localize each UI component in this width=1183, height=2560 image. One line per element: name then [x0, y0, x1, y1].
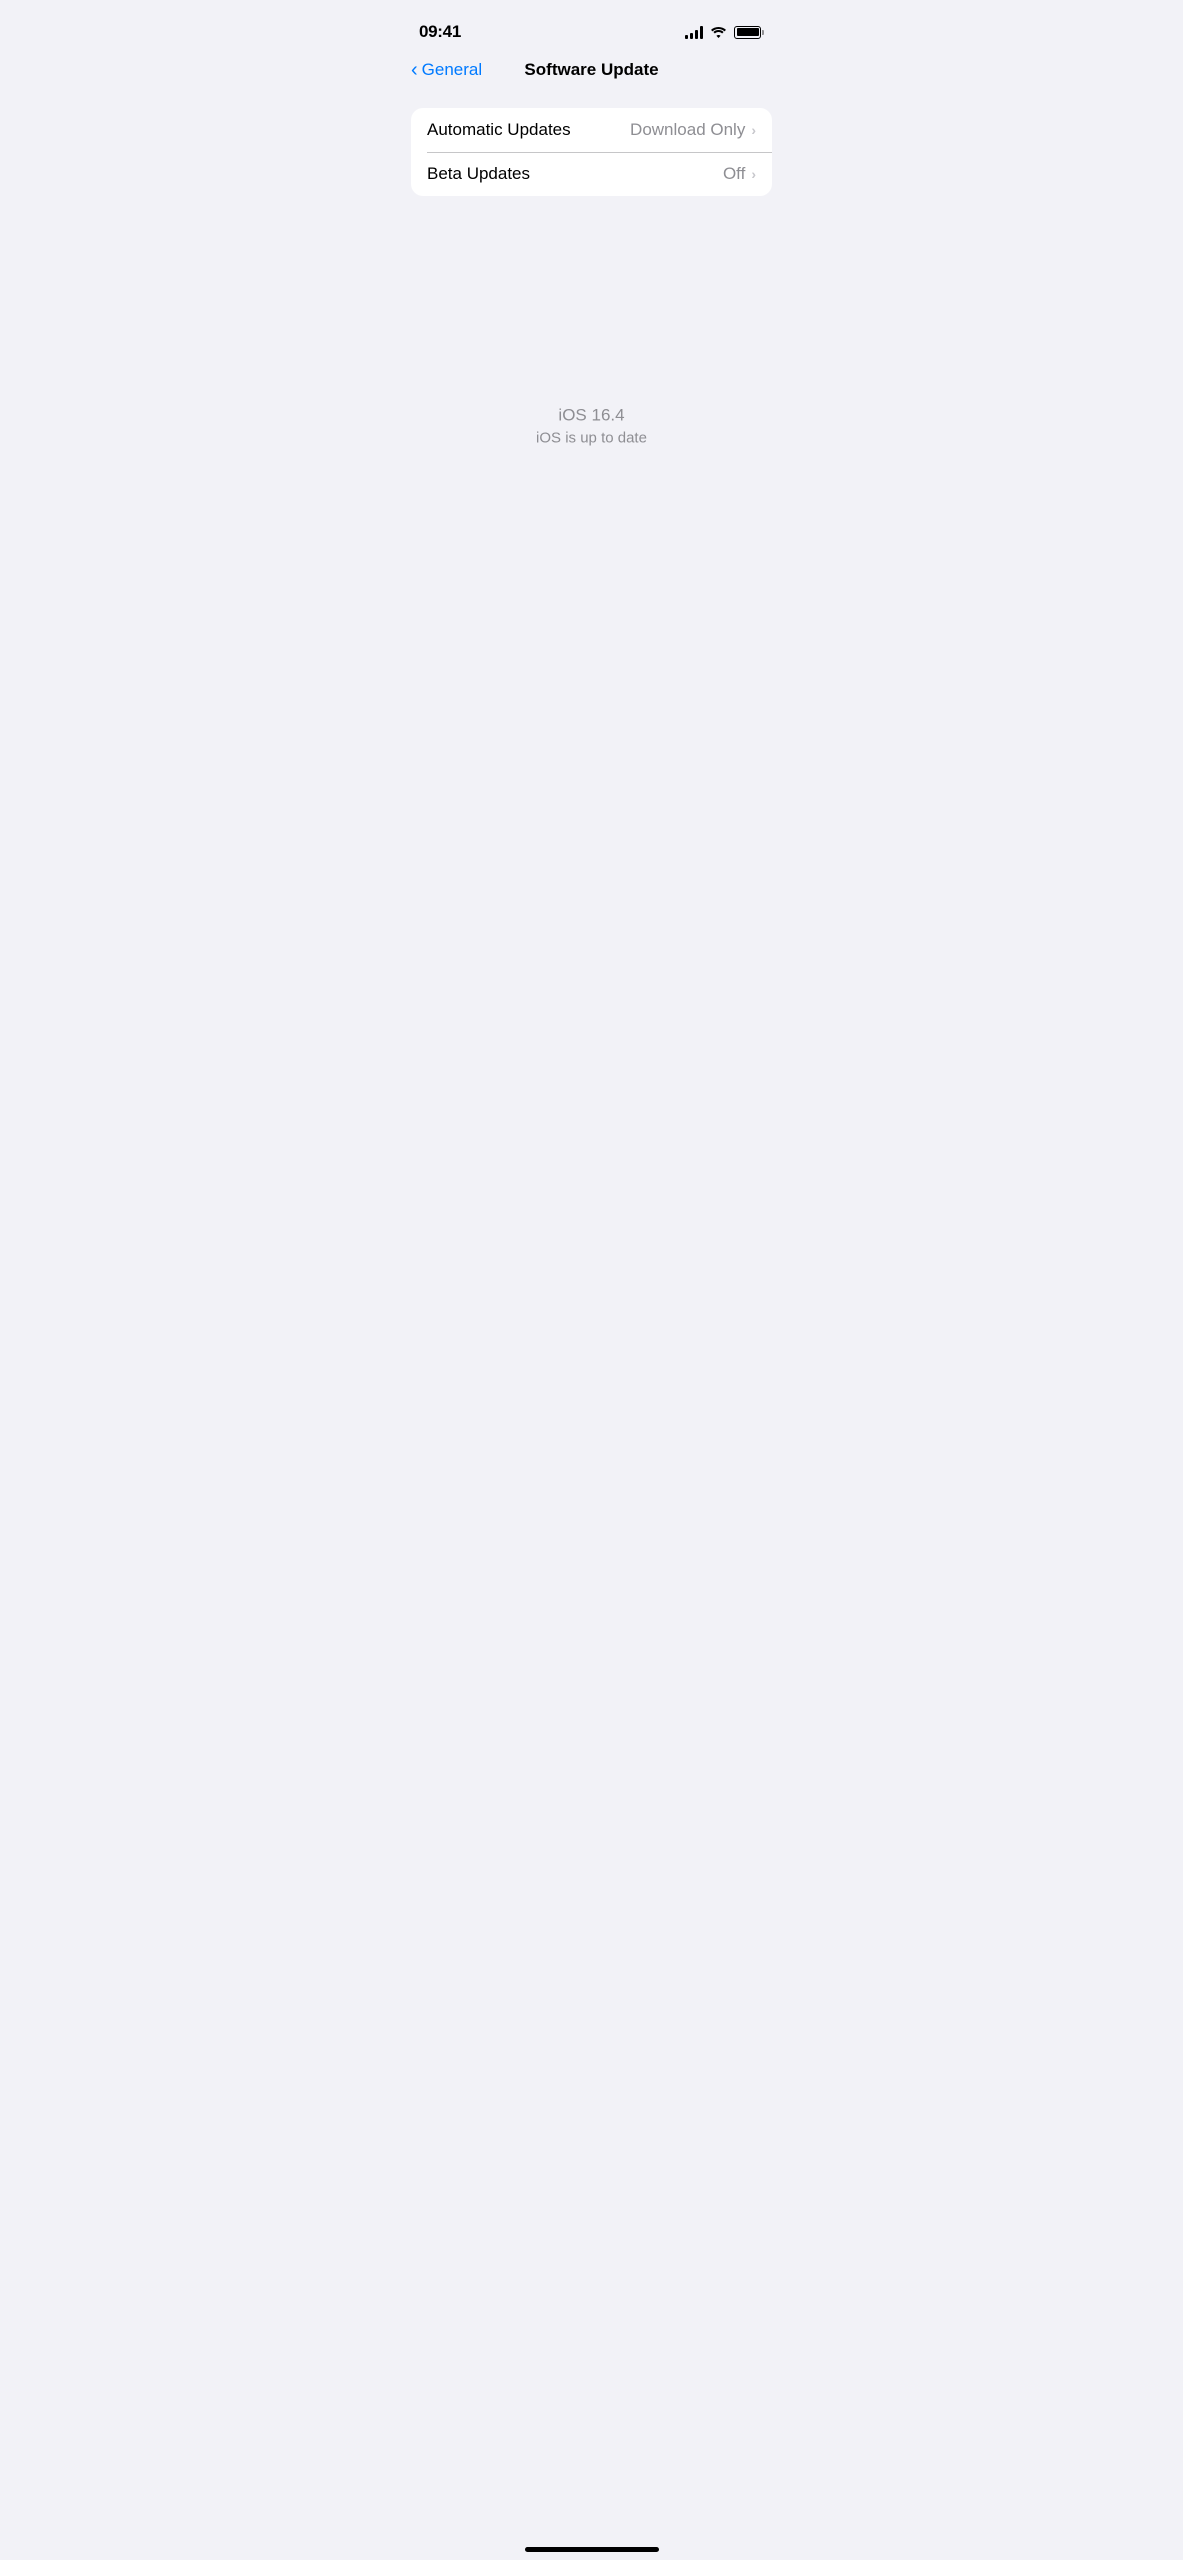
beta-updates-chevron-icon: › [751, 166, 756, 182]
automatic-updates-value-text: Download Only [630, 120, 745, 140]
nav-bar: ‹ General Software Update [395, 50, 788, 92]
automatic-updates-chevron-icon: › [751, 122, 756, 138]
status-bar: 09:41 [395, 0, 788, 50]
battery-icon [734, 26, 764, 39]
ios-status-container: iOS 16.4 iOS is up to date [395, 406, 788, 447]
automatic-updates-value: Download Only › [630, 120, 756, 140]
back-button[interactable]: ‹ General [411, 60, 482, 80]
wifi-icon [710, 26, 727, 39]
beta-updates-value: Off › [723, 164, 756, 184]
main-content: Automatic Updates Download Only › Beta U… [395, 92, 788, 196]
page-container: 09:41 [395, 0, 788, 852]
ios-status-text: iOS is up to date [395, 430, 788, 447]
back-chevron-icon: ‹ [411, 60, 418, 80]
signal-icon [685, 26, 703, 39]
page-title: Software Update [524, 60, 658, 80]
settings-group: Automatic Updates Download Only › Beta U… [411, 108, 772, 196]
back-label: General [422, 60, 482, 80]
beta-updates-row[interactable]: Beta Updates Off › [411, 152, 772, 196]
status-time: 09:41 [419, 22, 461, 42]
ios-version: iOS 16.4 [395, 406, 788, 426]
automatic-updates-row[interactable]: Automatic Updates Download Only › [411, 108, 772, 152]
beta-updates-label: Beta Updates [427, 164, 530, 184]
beta-updates-value-text: Off [723, 164, 745, 184]
automatic-updates-label: Automatic Updates [427, 120, 571, 140]
status-icons [685, 26, 764, 39]
